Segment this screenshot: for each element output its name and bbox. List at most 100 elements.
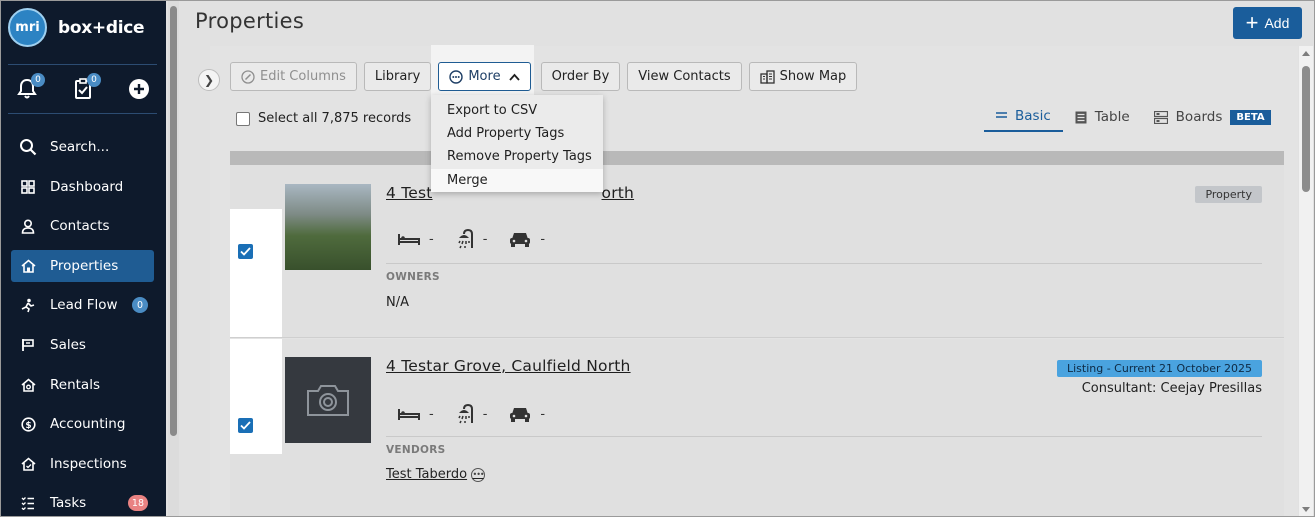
bathrooms-value: - <box>482 231 488 247</box>
bathrooms-value: - <box>482 406 488 422</box>
car-spaces-value: - <box>540 231 546 247</box>
brand[interactable]: mri box+dice <box>8 8 145 47</box>
select-all-checkbox[interactable] <box>236 111 250 126</box>
edit-columns-label: Edit Columns <box>260 69 346 84</box>
toolbar: Edit Columns Library More Order By View … <box>230 45 864 96</box>
svg-text:$: $ <box>25 421 31 431</box>
edit-columns-button[interactable]: Edit Columns <box>230 62 357 91</box>
order-by-button[interactable]: Order By <box>540 62 621 91</box>
tab-basic-label: Basic <box>1015 108 1051 124</box>
sidebar-item-label: Inspections <box>50 455 127 472</box>
menu-item-add-property-tags[interactable]: Add Property Tags <box>431 122 603 145</box>
card-select-area[interactable] <box>230 209 282 337</box>
bedrooms: - <box>398 407 434 422</box>
sidebar-quick-actions: 0 0 <box>8 72 157 106</box>
scroll-up-icon[interactable] <box>1302 51 1310 56</box>
property-photo[interactable] <box>285 184 371 270</box>
sidebar-item-label: Properties <box>50 257 119 274</box>
plus-circle-icon <box>129 79 149 99</box>
sidebar-item-label: Lead Flow <box>50 297 118 314</box>
view-contacts-label: View Contacts <box>638 69 731 84</box>
search-icon <box>19 138 37 156</box>
sidebar-item-contacts[interactable]: Contacts <box>11 210 154 242</box>
boards-icon <box>1153 110 1168 124</box>
menu-item-merge[interactable]: Merge <box>431 168 603 192</box>
bed-icon <box>398 408 420 420</box>
page-header: Properties + Add <box>180 0 1315 46</box>
bathrooms: - <box>456 229 488 249</box>
scroll-down-icon[interactable] <box>1302 507 1310 512</box>
main-scrollbar[interactable] <box>1299 46 1313 517</box>
tab-table-label: Table <box>1094 109 1130 125</box>
show-map-label: Show Map <box>779 69 847 84</box>
car-icon <box>510 232 531 247</box>
vendor-link[interactable]: Test Taberdo ••• <box>386 467 486 482</box>
sidebar-scrollbar-thumb[interactable] <box>170 6 177 436</box>
bathrooms: - <box>456 404 488 424</box>
more-options-icon[interactable]: ••• <box>471 467 486 482</box>
sidebar-item-inspections[interactable]: Inspections <box>11 448 154 480</box>
property-title[interactable]: 4 Testar Grove, Caulfield North <box>386 357 631 375</box>
expand-filters-button[interactable]: ❯ <box>198 69 220 91</box>
sidebar-item-rentals[interactable]: Rentals <box>11 369 154 401</box>
sidebar-item-label: Search... <box>50 139 110 155</box>
card-divider <box>386 436 1262 437</box>
sidebar-divider <box>8 64 157 65</box>
property-photo-placeholder[interactable] <box>285 357 371 443</box>
home-icon <box>19 257 37 275</box>
owners-label: OWNERS <box>386 271 440 283</box>
view-switcher: Basic Table Boards BETA <box>984 102 1283 132</box>
sidebar-scrollbar[interactable] <box>168 0 179 517</box>
view-contacts-button[interactable]: View Contacts <box>627 62 742 91</box>
rentals-icon <box>19 376 37 394</box>
property-card[interactable]: 4 Testar Grove, Caulfield North Listing … <box>230 339 1284 517</box>
more-button[interactable]: More <box>438 62 531 91</box>
sidebar-item-accounting[interactable]: $ Accounting <box>11 408 154 440</box>
sidebar-item-tasks[interactable]: Tasks 18 <box>11 487 154 517</box>
sidebar-item-properties[interactable]: Properties <box>11 249 154 282</box>
sidebar-item-lead-flow[interactable]: Lead Flow 0 <box>11 289 154 321</box>
sidebar-item-label: Tasks <box>50 495 87 512</box>
tab-boards[interactable]: Boards BETA <box>1142 102 1283 132</box>
sidebar: mri box+dice 0 0 Search... Dashboard Con… <box>0 0 166 517</box>
add-button[interactable]: + Add <box>1233 7 1302 39</box>
listing-status-badge: Listing - Current 21 October 2025 <box>1056 360 1262 377</box>
property-card[interactable]: 4 Test orth Property - - - OWNERS N/A <box>230 165 1284 338</box>
select-all[interactable]: Select all 7,875 records <box>236 111 411 126</box>
camera-icon <box>307 385 349 416</box>
lead-flow-icon <box>19 296 37 314</box>
tab-basic[interactable]: Basic <box>984 102 1063 132</box>
sidebar-item-label: Rentals <box>50 376 100 393</box>
card-checkbox[interactable] <box>238 418 253 433</box>
inspections-icon <box>19 455 37 473</box>
sidebar-item-dashboard[interactable]: Dashboard <box>11 171 154 203</box>
notifications-button[interactable]: 0 <box>14 73 45 102</box>
bedrooms-value: - <box>429 231 434 247</box>
sidebar-nav: Search... Dashboard Contacts Properties … <box>11 131 154 517</box>
menu-item-export-csv[interactable]: Export to CSV <box>431 99 603 122</box>
library-button[interactable]: Library <box>363 62 432 91</box>
tasks-badge: 18 <box>127 495 148 512</box>
library-label: Library <box>374 69 421 84</box>
card-select-area[interactable] <box>230 339 282 454</box>
car-spaces-value: - <box>540 406 546 422</box>
page-title: Properties <box>195 9 305 33</box>
buildings-icon <box>759 69 775 84</box>
properties-content: ❯ Edit Columns Library More Order By Vie… <box>198 45 1298 517</box>
car-icon <box>510 407 531 422</box>
sidebar-item-label: Contacts <box>50 218 110 235</box>
menu-item-remove-property-tags[interactable]: Remove Property Tags <box>431 145 603 168</box>
edit-circle-icon <box>241 69 255 84</box>
car-spaces: - <box>509 406 545 423</box>
tasks-quick-button[interactable]: 0 <box>70 73 101 102</box>
show-map-button[interactable]: Show Map <box>748 62 858 91</box>
add-button-label: Add <box>1264 15 1290 31</box>
sidebar-divider <box>8 113 157 114</box>
sidebar-item-search[interactable]: Search... <box>11 131 154 163</box>
quick-add-button[interactable] <box>126 76 152 102</box>
more-label: More <box>468 69 501 84</box>
sidebar-item-sales[interactable]: Sales <box>11 329 154 361</box>
tab-table[interactable]: Table <box>1063 102 1142 132</box>
main-scrollbar-thumb[interactable] <box>1302 66 1310 192</box>
card-checkbox[interactable] <box>238 244 253 259</box>
